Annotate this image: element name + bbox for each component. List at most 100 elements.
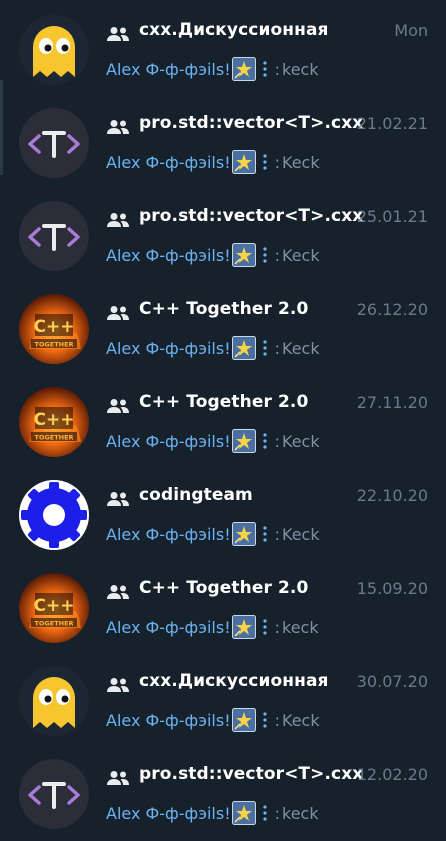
chat-date: 15.09.20	[356, 579, 428, 598]
star-emoji-icon	[231, 243, 256, 267]
vertical-dots-icon	[263, 61, 267, 77]
group-icon	[107, 120, 129, 134]
chat-preview: Alex Ф-ф-фэіls! : keck	[106, 57, 319, 81]
avatar[interactable]	[19, 108, 89, 178]
chat-title: C++ Together 2.0	[139, 578, 309, 598]
chat-preview: Alex Ф-ф-фэіls! : Keck	[106, 708, 320, 732]
chat-preview: Alex Ф-ф-фэіls! : Keck	[106, 429, 320, 453]
chat-title: pro.std::vector<T>.cxx	[139, 113, 364, 133]
group-icon	[107, 678, 129, 692]
message-separator: :	[274, 524, 280, 544]
svg-text:C++: C++	[34, 596, 75, 616]
sender-name: Alex Ф-ф-фэіls!	[106, 338, 231, 358]
message-text: Keck	[282, 245, 320, 265]
chat-date: Mon	[394, 21, 428, 40]
chat-date: 26.12.20	[356, 300, 428, 319]
group-icon	[107, 306, 129, 320]
chat-list-item[interactable]: pro.std::vector<T>.cxx 25.01.21 Alex Ф-ф…	[0, 186, 446, 279]
star-emoji-icon	[231, 429, 256, 453]
message-separator: :	[274, 617, 280, 637]
avatar[interactable]	[19, 15, 89, 85]
svg-text:TOGETHER: TOGETHER	[34, 620, 73, 628]
avatar[interactable]	[19, 666, 89, 736]
message-text: Keck	[282, 431, 320, 451]
svg-text:C++: C++	[34, 410, 75, 430]
chat-date: 12.02.20	[356, 765, 428, 784]
vertical-dots-icon	[263, 154, 267, 170]
chat-title: pro.std::vector<T>.cxx	[139, 206, 364, 226]
vertical-dots-icon	[263, 340, 267, 356]
chat-date: 25.01.21	[356, 207, 428, 226]
group-icon	[107, 213, 129, 227]
message-separator: :	[274, 245, 280, 265]
chat-date: 22.10.20	[356, 486, 428, 505]
chat-list-item[interactable]: cxx.Дискуссионная Mon Alex Ф-ф-фэіls! : …	[0, 0, 446, 93]
chat-date: 27.11.20	[356, 393, 428, 412]
message-text: keck	[282, 59, 319, 79]
group-icon	[107, 771, 129, 785]
chat-preview: Alex Ф-ф-фэіls! : Keck	[106, 522, 320, 546]
avatar[interactable]	[19, 480, 89, 550]
chat-title: pro.std::vector<T>.cxx	[139, 764, 364, 784]
star-emoji-icon	[231, 150, 256, 174]
star-emoji-icon	[231, 708, 256, 732]
chat-title: C++ Together 2.0	[139, 392, 309, 412]
chat-list-item[interactable]: C++ TOGETHER C++ Together 2.0 26.12.20 Al…	[0, 279, 446, 372]
message-separator: :	[274, 431, 280, 451]
avatar[interactable]: C++ TOGETHER	[19, 573, 89, 643]
sender-name: Alex Ф-ф-фэіls!	[106, 245, 231, 265]
message-separator: :	[274, 338, 280, 358]
chat-preview: Alex Ф-ф-фэіls! : keck	[106, 615, 319, 639]
sender-name: Alex Ф-ф-фэіls!	[106, 617, 231, 637]
chat-title: codingteam	[139, 485, 253, 505]
chat-list-item[interactable]: C++ TOGETHER C++ Together 2.0 15.09.20 Al…	[0, 558, 446, 651]
chat-date: 21.02.21	[356, 114, 428, 133]
star-emoji-icon	[231, 336, 256, 360]
sender-name: Alex Ф-ф-фэіls!	[106, 152, 231, 172]
vertical-dots-icon	[263, 805, 267, 821]
chat-date: 30.07.20	[356, 672, 428, 691]
chat-list-item[interactable]: cxx.Дискуссионная 30.07.20 Alex Ф-ф-фэіl…	[0, 651, 446, 744]
message-separator: :	[274, 803, 280, 823]
chat-title: C++ Together 2.0	[139, 299, 309, 319]
message-text: Keck	[282, 338, 320, 358]
sender-name: Alex Ф-ф-фэіls!	[106, 524, 231, 544]
message-separator: :	[274, 710, 280, 730]
chat-preview: Alex Ф-ф-фэіls! : Keck	[106, 243, 320, 267]
message-text: keck	[282, 617, 319, 637]
group-icon	[107, 27, 129, 41]
vertical-dots-icon	[263, 712, 267, 728]
star-emoji-icon	[231, 615, 256, 639]
vertical-dots-icon	[263, 619, 267, 635]
group-icon	[107, 399, 129, 413]
message-separator: :	[274, 59, 280, 79]
chat-preview: Alex Ф-ф-фэіls! : Keck	[106, 150, 320, 174]
star-emoji-icon	[231, 522, 256, 546]
chat-list-item[interactable]: pro.std::vector<T>.cxx 21.02.21 Alex Ф-ф…	[0, 93, 446, 186]
vertical-dots-icon	[263, 247, 267, 263]
star-emoji-icon	[231, 801, 256, 825]
message-text: Keck	[282, 524, 320, 544]
svg-text:TOGETHER: TOGETHER	[34, 341, 73, 349]
vertical-dots-icon	[263, 433, 267, 449]
group-icon	[107, 492, 129, 506]
sender-name: Alex Ф-ф-фэіls!	[106, 710, 231, 730]
vertical-dots-icon	[263, 526, 267, 542]
svg-text:TOGETHER: TOGETHER	[34, 434, 73, 442]
chat-list-item[interactable]: C++ TOGETHER C++ Together 2.0 27.11.20 Al…	[0, 372, 446, 465]
message-text: Keck	[282, 152, 320, 172]
chat-list-item[interactable]: pro.std::vector<T>.cxx 12.02.20 Alex Ф-ф…	[0, 744, 446, 837]
message-text: Keck	[282, 710, 320, 730]
avatar[interactable]	[19, 759, 89, 829]
message-text: keck	[282, 803, 319, 823]
chat-list-item[interactable]: codingteam 22.10.20 Alex Ф-ф-фэіls! : Ke…	[0, 465, 446, 558]
chat-title: cxx.Дискуссионная	[139, 671, 329, 691]
group-icon	[107, 585, 129, 599]
avatar[interactable]: C++ TOGETHER	[19, 294, 89, 364]
avatar[interactable]: C++ TOGETHER	[19, 387, 89, 457]
chat-preview: Alex Ф-ф-фэіls! : Keck	[106, 336, 320, 360]
sender-name: Alex Ф-ф-фэіls!	[106, 803, 231, 823]
avatar[interactable]	[19, 201, 89, 271]
star-emoji-icon	[231, 57, 256, 81]
chat-list: cxx.Дискуссионная Mon Alex Ф-ф-фэіls! : …	[0, 0, 446, 837]
